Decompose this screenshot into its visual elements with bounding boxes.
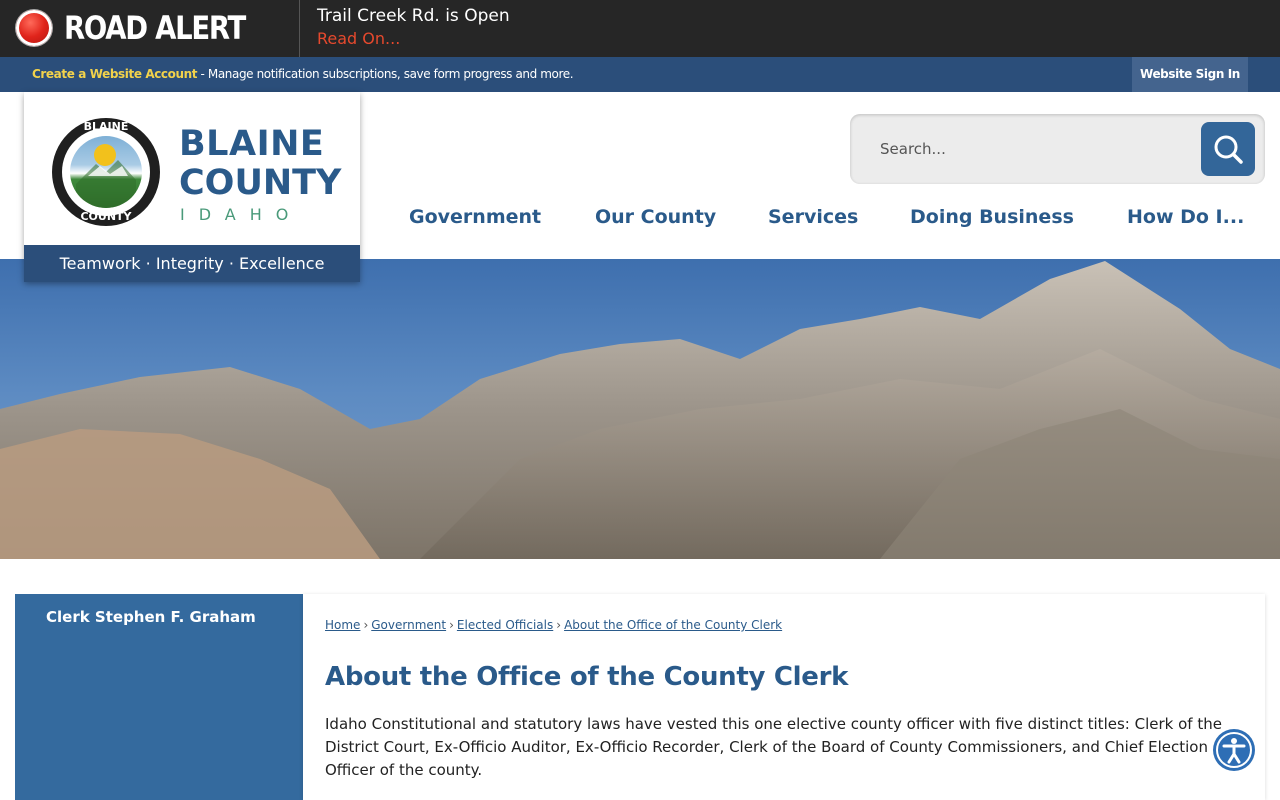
county-motto: Teamwork · Integrity · Excellence xyxy=(24,245,360,282)
logo-blaine: BLAINE xyxy=(179,124,325,164)
search-box xyxy=(850,114,1265,184)
sidebar: Clerk Stephen F. Graham xyxy=(15,594,303,800)
alert-read-on-link[interactable]: Read On... xyxy=(317,29,400,48)
nav-doing-business[interactable]: Doing Business xyxy=(910,206,1074,228)
breadcrumb-separator: › xyxy=(449,618,454,632)
county-seal-icon: BLAINE COUNTY xyxy=(52,118,160,226)
road-alert-bar: ROAD ALERT Trail Creek Rd. is Open Read … xyxy=(0,0,1280,57)
website-sign-in-button[interactable]: Website Sign In xyxy=(1132,57,1248,92)
county-logo[interactable]: BLAINE COUNTY BLAINE COUNTY IDAHO Teamwo… xyxy=(24,92,360,282)
search-button[interactable] xyxy=(1201,122,1255,176)
seal-ring xyxy=(62,128,150,216)
mountain-illustration xyxy=(0,261,1280,559)
account-bar: Create a Website Account - Manage notifi… xyxy=(0,57,1280,92)
create-account-link[interactable]: Create a Website Account xyxy=(32,67,198,81)
seal-text-top: BLAINE xyxy=(83,120,129,133)
breadcrumb-elected-officials[interactable]: Elected Officials xyxy=(457,618,553,632)
sidebar-item-clerk[interactable]: Clerk Stephen F. Graham xyxy=(46,608,256,626)
seal-landscape xyxy=(70,136,142,208)
account-description: - Manage notification subscriptions, sav… xyxy=(197,67,574,81)
breadcrumb-separator: › xyxy=(363,618,369,632)
seal-text-bottom: COUNTY xyxy=(80,210,132,223)
nav-services[interactable]: Services xyxy=(768,206,858,228)
logo-idaho: IDAHO xyxy=(180,205,303,224)
breadcrumb-current[interactable]: About the Office of the County Clerk xyxy=(564,618,782,632)
road-alert-heading: ROAD ALERT xyxy=(0,0,300,57)
alert-message: Trail Creek Rd. is Open xyxy=(317,6,510,26)
search-icon xyxy=(1214,135,1243,164)
road-alert-title: ROAD ALERT xyxy=(64,9,246,47)
accessibility-icon xyxy=(1216,732,1252,768)
breadcrumb: Home › Government › Elected Officials › About … xyxy=(325,618,782,632)
hero-mountain-image xyxy=(0,259,1280,559)
nav-our-county[interactable]: Our County xyxy=(595,206,716,228)
breadcrumb-government[interactable]: Government xyxy=(371,618,446,632)
nav-how-do-i[interactable]: How Do I... xyxy=(1127,206,1244,228)
seal-mountain-icon xyxy=(76,160,136,208)
breadcrumb-separator: › xyxy=(556,618,562,632)
account-message: Create a Website Account - Manage notifi… xyxy=(32,67,574,81)
page-title: About the Office of the County Clerk xyxy=(325,662,849,692)
logo-county: COUNTY xyxy=(179,163,342,203)
alert-dot-icon xyxy=(16,10,52,46)
search-input[interactable] xyxy=(866,127,1186,171)
breadcrumb-home[interactable]: Home xyxy=(325,618,360,632)
accessibility-button[interactable] xyxy=(1213,729,1255,771)
main-content: Home › Government › Elected Officials › About … xyxy=(303,594,1265,800)
nav-government[interactable]: Government xyxy=(409,206,541,228)
intro-paragraph: Idaho Constitutional and statutory laws … xyxy=(325,715,1222,779)
